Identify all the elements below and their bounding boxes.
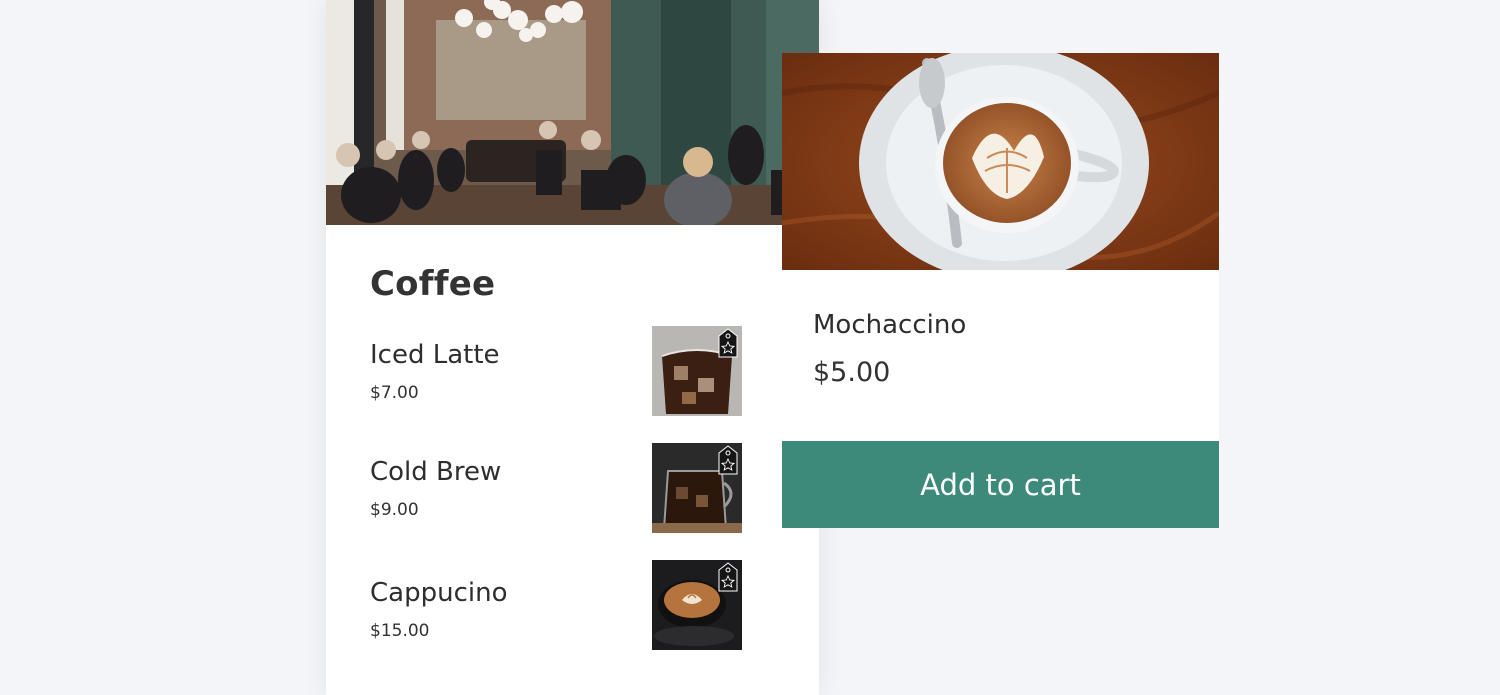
tag-star-icon (718, 562, 738, 592)
menu-card: Coffee Iced Latte $7.00 Cold Brew $9.00 … (326, 0, 819, 695)
add-to-cart-button[interactable]: Add to cart (782, 441, 1219, 528)
product-card: Mochaccino $5.00 Add to cart (782, 53, 1219, 528)
iced-latte-thumbnail[interactable] (652, 326, 742, 416)
menu-item-name: Cappucino (370, 578, 508, 608)
menu-item-price: $15.00 (370, 621, 430, 641)
cold-brew-thumbnail[interactable] (652, 443, 742, 533)
menu-item[interactable]: Cappucino $15.00 (370, 560, 790, 678)
menu-item[interactable]: Cold Brew $9.00 (370, 443, 790, 557)
tag-star-icon (718, 445, 738, 475)
product-price: $5.00 (813, 357, 891, 388)
menu-item[interactable]: Iced Latte $7.00 (370, 326, 790, 440)
cafe-interior-photo (326, 0, 819, 225)
menu-item-name: Iced Latte (370, 340, 500, 370)
page: Coffee Iced Latte $7.00 Cold Brew $9.00 … (0, 0, 1500, 695)
latte-art-cup-photo (782, 53, 1219, 270)
cappucino-thumbnail[interactable] (652, 560, 742, 650)
menu-title: Coffee (370, 264, 496, 304)
menu-item-price: $9.00 (370, 500, 419, 520)
menu-item-price: $7.00 (370, 383, 419, 403)
product-name: Mochaccino (813, 310, 967, 340)
tag-star-icon (718, 328, 738, 358)
menu-item-name: Cold Brew (370, 457, 502, 487)
